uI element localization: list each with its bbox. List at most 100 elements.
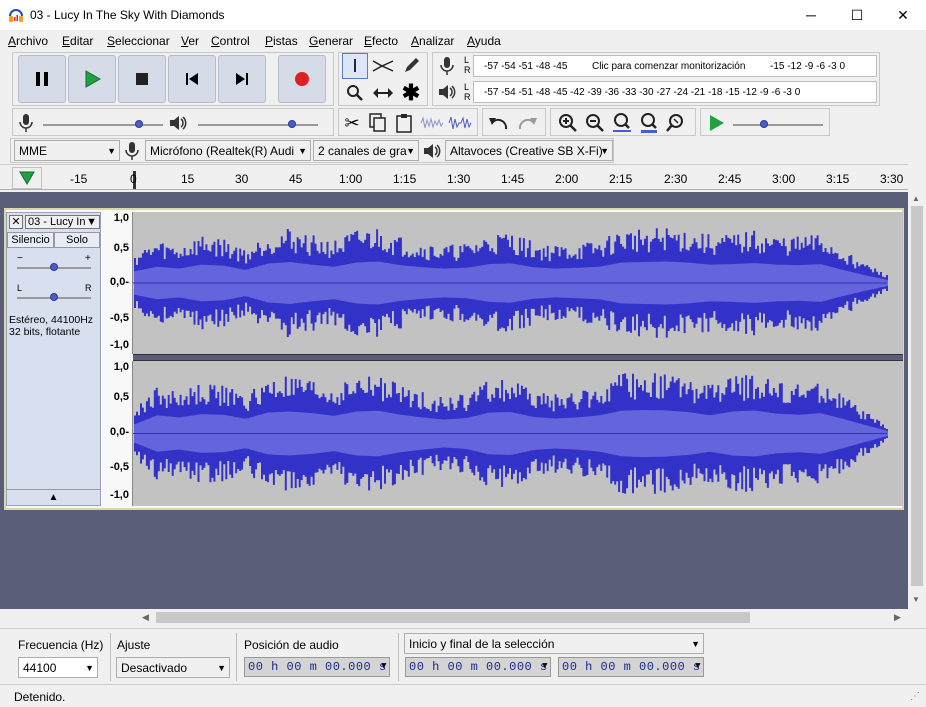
meter-toolbar: L R -57 -54 -51 -48 -45 Clic para comenz…: [432, 52, 880, 106]
recording-device-value: Micrófono (Realtek(R) Audi: [150, 144, 295, 158]
skip-start-button[interactable]: [168, 55, 216, 103]
menu-generar[interactable]: Generar: [309, 34, 353, 48]
ruler-tick: 3:30: [880, 172, 904, 186]
stop-icon: [136, 73, 148, 85]
menu-ayuda[interactable]: Ayuda: [467, 34, 501, 48]
project-rate-select[interactable]: 44100 ▼: [18, 657, 98, 678]
project-rate-value: 44100: [23, 661, 57, 675]
zoom-tool[interactable]: [342, 80, 368, 106]
close-track-button[interactable]: ✕: [9, 215, 23, 229]
mic-icon: [125, 141, 139, 164]
scroll-down-icon[interactable]: ▼: [912, 595, 920, 604]
close-button[interactable]: ✕: [880, 0, 926, 30]
play-at-speed-button[interactable]: [703, 110, 729, 136]
menu-ver[interactable]: Ver: [181, 34, 199, 48]
collapse-track-button[interactable]: ▲: [7, 489, 100, 505]
timeline-ruler[interactable]: -15 0 15 30 45 1:00 1:15 1:30 1:45 2:00 …: [0, 164, 908, 190]
chevron-down-icon[interactable]: ▼: [542, 661, 548, 671]
selection-end-field[interactable]: 00 h 00 m 00.000 s ▼: [558, 657, 704, 677]
playback-device-value: Altavoces (Creative SB X-Fi): [450, 144, 603, 158]
record-meter-scale-left: -57 -54 -51 -48 -45: [484, 61, 568, 72]
scroll-up-icon[interactable]: ▲: [912, 194, 920, 203]
pin-playhead-button[interactable]: [12, 167, 42, 189]
horizontal-scrollbar[interactable]: ◀ ▶: [0, 609, 908, 626]
record-volume-slider[interactable]: [43, 124, 163, 126]
selection-start-field[interactable]: 00 h 00 m 00.000 s ▼: [405, 657, 551, 677]
draw-tool[interactable]: [398, 53, 424, 79]
waveform-left-channel[interactable]: [133, 212, 903, 354]
selection-tool[interactable]: I: [342, 53, 368, 79]
ruler-tick: -15: [70, 172, 88, 186]
play-speed-thumb[interactable]: [760, 120, 768, 128]
play-button[interactable]: [68, 55, 116, 103]
record-meter-icon: [439, 56, 455, 79]
waveform-right-channel[interactable]: [133, 361, 903, 506]
record-icon: [295, 72, 309, 86]
vertical-scrollbar[interactable]: ▲ ▼: [908, 192, 926, 609]
stop-button[interactable]: [118, 55, 166, 103]
menu-efecto[interactable]: Efecto: [364, 34, 398, 48]
playback-volume-slider[interactable]: [198, 124, 318, 126]
chevron-down-icon[interactable]: ▼: [381, 661, 387, 671]
scale-label: -0,5: [110, 312, 129, 324]
horizontal-scroll-thumb[interactable]: [156, 612, 750, 623]
scroll-right-icon[interactable]: ▶: [894, 612, 901, 623]
track-menu-button[interactable]: 03 - Lucy In ▼: [25, 215, 100, 229]
menu-seleccionar[interactable]: Seleccionar: [107, 34, 170, 48]
skip-end-button[interactable]: [218, 55, 266, 103]
vertical-scale-right[interactable]: 1,0 0,5 0,0- -0,5 -1,0: [101, 361, 133, 506]
playback-meter[interactable]: -57 -54 -51 -48 -45 -42 -39 -36 -33 -30 …: [473, 81, 877, 103]
record-button[interactable]: [278, 55, 326, 103]
record-volume-thumb[interactable]: [135, 120, 143, 128]
playback-device-select[interactable]: Altavoces (Creative SB X-Fi) ▼: [445, 140, 613, 161]
menu-pistas[interactable]: Pistas: [265, 34, 298, 48]
audio-position-field[interactable]: 00 h 00 m 00.000 s ▼: [244, 657, 390, 677]
trim-button[interactable]: [419, 110, 445, 136]
paste-button[interactable]: [391, 110, 417, 136]
magnifier-icon: [347, 85, 363, 101]
scale-label: 1,0: [113, 361, 129, 373]
snap-to-select[interactable]: Desactivado ▼: [116, 657, 230, 678]
minimize-button[interactable]: ─: [788, 0, 834, 30]
fit-selection-button[interactable]: [609, 110, 635, 136]
timeshift-tool[interactable]: [370, 80, 396, 106]
playback-volume-thumb[interactable]: [288, 120, 296, 128]
fit-project-button[interactable]: [636, 110, 662, 136]
recording-device-select[interactable]: Micrófono (Realtek(R) Audi ▼: [145, 140, 311, 161]
scroll-left-icon[interactable]: ◀: [142, 612, 149, 623]
recording-channels-select[interactable]: 2 canales de gra ▼: [313, 140, 419, 161]
gain-thumb[interactable]: [50, 263, 58, 271]
record-meter[interactable]: -57 -54 -51 -48 -45 Clic para comenzar m…: [473, 55, 877, 77]
menu-archivo[interactable]: Archivo: [8, 34, 48, 48]
envelope-tool[interactable]: [370, 53, 396, 79]
silence-button[interactable]: [447, 110, 473, 136]
menu-control[interactable]: Control: [211, 34, 250, 48]
pan-thumb[interactable]: [50, 293, 58, 301]
chevron-down-icon: ▼: [107, 146, 116, 156]
zoom-toggle-button[interactable]: [663, 110, 689, 136]
copy-button[interactable]: [365, 110, 391, 136]
redo-button[interactable]: [514, 110, 540, 136]
undo-button[interactable]: [486, 110, 512, 136]
resize-grip-icon[interactable]: ⋰: [910, 691, 920, 702]
zoom-out-button[interactable]: [582, 110, 608, 136]
multi-tool[interactable]: ✱: [398, 80, 424, 106]
selection-mode-select[interactable]: Inicio y final de la selección ▼: [404, 633, 704, 654]
zoom-out-icon: [586, 114, 604, 132]
menu-editar[interactable]: Editar: [62, 34, 93, 48]
record-meter-r: R: [464, 65, 471, 75]
zoom-toggle-icon: [666, 114, 683, 132]
vertical-scroll-thumb[interactable]: [911, 206, 923, 586]
maximize-button[interactable]: ☐: [834, 0, 880, 30]
vertical-scale-left[interactable]: 1,0 0,5 0,0- -0,5 -1,0: [101, 212, 133, 354]
pan-left-label: L: [17, 283, 23, 293]
play-speed-slider[interactable]: [733, 124, 823, 126]
zoom-in-button[interactable]: [555, 110, 581, 136]
solo-button[interactable]: Solo: [54, 232, 100, 248]
mute-button[interactable]: Silencio: [7, 232, 54, 248]
pause-button[interactable]: [18, 55, 66, 103]
cut-button[interactable]: ✂: [339, 110, 365, 136]
menu-analizar[interactable]: Analizar: [411, 34, 454, 48]
chevron-down-icon[interactable]: ▼: [695, 661, 701, 671]
audio-host-select[interactable]: MME ▼: [14, 140, 120, 161]
